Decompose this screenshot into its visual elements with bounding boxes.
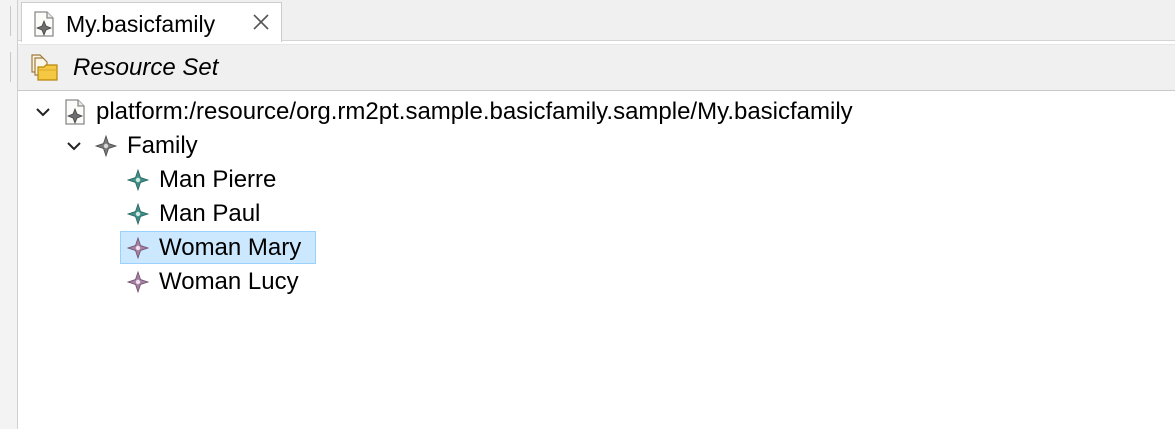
man-node-icon <box>126 168 150 192</box>
woman-node-icon <box>126 236 150 260</box>
tree-member-label: Man Pierre <box>159 166 277 193</box>
resource-set-folder-icon <box>31 54 58 81</box>
tree-root-label: platform:/resource/org.rm2pt.sample.basi… <box>96 98 853 125</box>
header-title: Resource Set <box>73 54 219 81</box>
tree-row-family[interactable]: Family <box>18 130 218 162</box>
woman-node-icon <box>126 270 150 294</box>
tab-title: My.basicfamily <box>66 11 216 37</box>
tree-member-label: Man Paul <box>159 200 261 227</box>
panel-divider <box>10 52 11 82</box>
model-file-icon <box>65 99 85 125</box>
model-file-icon <box>34 11 54 37</box>
family-node-icon <box>94 134 118 158</box>
tree-family-label: Family <box>127 132 198 159</box>
chevron-down-icon[interactable] <box>64 136 84 156</box>
editor-tab[interactable]: My.basicfamily <box>21 2 282 42</box>
tree-row-root[interactable]: platform:/resource/org.rm2pt.sample.basi… <box>18 96 918 128</box>
tree-row-member[interactable]: Man Pierre <box>18 164 318 196</box>
resource-tree: platform:/resource/org.rm2pt.sample.basi… <box>18 92 1175 429</box>
tree-row-member-selected[interactable]: Woman Mary <box>18 232 318 264</box>
tree-row-member[interactable]: Man Paul <box>18 198 318 230</box>
close-icon[interactable] <box>250 11 272 33</box>
editor-window: My.basicfamily Resource Set platform:/re… <box>0 0 1175 429</box>
tree-member-label: Woman Lucy <box>159 268 299 295</box>
editor-tab-strip: My.basicfamily <box>18 0 1175 42</box>
tree-row-member[interactable]: Woman Lucy <box>18 266 318 298</box>
resource-set-header: Resource Set <box>18 44 1175 91</box>
man-node-icon <box>126 202 150 226</box>
tree-member-label: Woman Mary <box>159 234 302 261</box>
left-panel-edge <box>0 0 18 429</box>
panel-divider <box>10 6 11 36</box>
chevron-down-icon[interactable] <box>33 102 53 122</box>
